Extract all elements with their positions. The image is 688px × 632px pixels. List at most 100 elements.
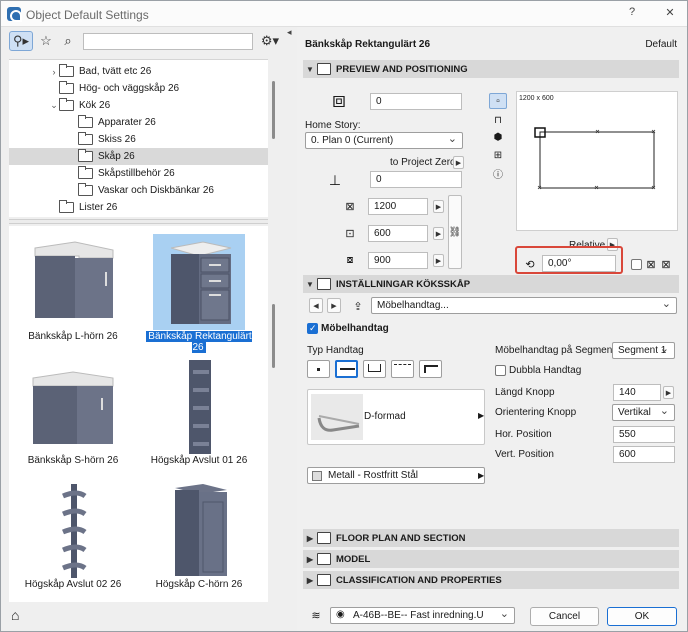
- vert-position-field[interactable]: 600: [613, 446, 675, 463]
- ok-button[interactable]: OK: [607, 607, 677, 626]
- search-input[interactable]: [83, 33, 253, 50]
- tree-item-label: Skåp 26: [98, 151, 135, 162]
- collapse-pane-icon[interactable]: ◂: [287, 27, 292, 38]
- folder-icon: [78, 149, 93, 162]
- gallery-item[interactable]: Högskåp Avslut 02 26: [13, 476, 133, 596]
- depth-field[interactable]: 600: [368, 225, 428, 242]
- width-arrow[interactable]: ▶: [433, 200, 444, 213]
- mirror-icon: ⊠: [646, 258, 656, 271]
- gallery-item-text: Högskåp Avslut 01 26: [150, 455, 248, 466]
- gallery-item[interactable]: Högskåp Avslut 01 26: [139, 352, 259, 472]
- library-manager-icon[interactable]: ⌂: [11, 607, 31, 627]
- window-title: Object Default Settings: [26, 8, 149, 22]
- double-handle-label: Dubbla Handtag: [509, 365, 582, 376]
- vert-position-label: Vert. Position: [495, 449, 554, 460]
- width-field[interactable]: 1200: [368, 198, 428, 215]
- link-chain-icon[interactable]: ⛓: [448, 195, 462, 269]
- expand-chevron-icon[interactable]: ›: [49, 67, 59, 77]
- left-toolbar: ⚲▸ ☆ ⌕ ⚙▾: [9, 31, 284, 53]
- page-dropdown[interactable]: Möbelhandtag...: [371, 297, 677, 314]
- project-zero-field[interactable]: 0: [370, 171, 462, 188]
- section-preview-positioning[interactable]: ▼ PREVIEW AND POSITIONING: [303, 60, 679, 78]
- folder-icon: [59, 64, 74, 77]
- section-classification[interactable]: ▶ CLASSIFICATION AND PROPERTIES: [303, 571, 679, 589]
- tree-item[interactable]: Skåp 26: [9, 148, 268, 165]
- double-handle-checkbox[interactable]: [495, 365, 506, 376]
- handle-type-profile[interactable]: [419, 360, 442, 378]
- next-page-button[interactable]: ▶: [327, 298, 341, 313]
- gallery-scrollbar[interactable]: [272, 304, 275, 368]
- tree-item[interactable]: › Bad, tvätt etc 26: [9, 63, 268, 80]
- tree-item[interactable]: Lister 26: [9, 199, 268, 216]
- tree-item-label: Lister 26: [79, 202, 118, 213]
- section-floor-plan[interactable]: ▶ FLOOR PLAN AND SECTION: [303, 529, 679, 547]
- section-view-icon[interactable]: ⊞: [489, 147, 507, 163]
- section-model[interactable]: ▶ MODEL: [303, 550, 679, 568]
- tree-item[interactable]: Skåpstillbehör 26: [9, 165, 268, 182]
- elevation-box-icon: ⧈: [332, 87, 346, 112]
- handle-type-knob[interactable]: [307, 360, 330, 378]
- mirror-checkbox[interactable]: [631, 259, 642, 270]
- height-field[interactable]: 900: [368, 252, 428, 269]
- handle-checkbox[interactable]: [307, 323, 318, 334]
- gallery-item[interactable]: Bänkskåp L-hörn 26: [13, 228, 133, 348]
- settings-gear-icon[interactable]: ⚙▾: [257, 31, 283, 51]
- knob-orientation-dropdown[interactable]: Vertikal: [612, 404, 675, 421]
- folder-icon: [78, 115, 93, 128]
- floor-plan-view-icon[interactable]: ▫: [489, 93, 507, 109]
- help-button[interactable]: ?: [624, 6, 640, 18]
- gallery-item[interactable]: Bänkskåp Rektangulärt 26: [139, 228, 259, 353]
- segment-dropdown[interactable]: Segment 1: [612, 342, 675, 359]
- mirror-alt-icon: ⊠: [661, 258, 671, 271]
- home-story-dropdown[interactable]: 0. Plan 0 (Current): [305, 132, 463, 149]
- gallery-item-label: Högskåp Avslut 01 26: [139, 455, 259, 466]
- tree-item[interactable]: Skiss 26: [9, 131, 268, 148]
- section-kitchen-settings[interactable]: ▼ INSTÄLLNINGAR KÖKSSKÅP: [303, 275, 679, 293]
- cancel-button[interactable]: Cancel: [530, 607, 599, 626]
- knob-length-arrow[interactable]: ▶: [663, 386, 674, 399]
- info-icon[interactable]: ⓘ: [489, 165, 507, 181]
- tree-item[interactable]: Vaskar och Diskbänkar 26: [9, 182, 268, 199]
- project-zero-toggle[interactable]: ▶: [453, 156, 464, 169]
- elevation-field[interactable]: 0: [370, 93, 462, 110]
- cabinet-thumbnail: [27, 234, 119, 330]
- tree-item-label: Hög- och väggskåp 26: [79, 83, 180, 94]
- folder-icon: [59, 200, 74, 213]
- gallery-item-text: Bänkskåp L-hörn 26: [28, 331, 118, 342]
- 3d-view-icon[interactable]: ⬢: [489, 129, 507, 145]
- gallery-item[interactable]: Högskåp C-hörn 26: [139, 476, 259, 596]
- handle-style-picker[interactable]: D-formad ▶: [307, 389, 485, 445]
- cabinet-thumbnail: [153, 358, 245, 454]
- pane-splitter[interactable]: [9, 219, 268, 224]
- search-icon[interactable]: ⌕: [57, 31, 79, 51]
- layer-dropdown[interactable]: ◉ A-46B--BE-- Fast inredning.U: [330, 607, 515, 624]
- close-button[interactable]: ✕: [662, 6, 678, 19]
- hor-position-field[interactable]: 550: [613, 426, 675, 443]
- folder-view-icon[interactable]: ⚲▸: [9, 31, 33, 51]
- depth-arrow[interactable]: ▶: [433, 227, 444, 240]
- rotation-highlight-frame: [515, 246, 623, 274]
- gallery-item[interactable]: Bänkskåp S-hörn 26: [13, 352, 133, 472]
- expand-chevron-icon[interactable]: ⌄: [49, 100, 59, 111]
- material-picker[interactable]: Metall - Rostfritt Stål ▶: [307, 467, 485, 484]
- object-name: Bänkskåp Rektangulärt 26: [305, 39, 431, 50]
- depth-icon: ⊡: [345, 227, 355, 240]
- handle-type-bar[interactable]: [335, 360, 358, 378]
- elevation-view-icon[interactable]: ⊓: [489, 112, 507, 128]
- favorites-icon[interactable]: ☆: [35, 31, 57, 51]
- dialog-window: Object Default Settings ? ✕ ⚲▸ ☆ ⌕ ⚙▾ › B…: [0, 0, 688, 632]
- model-section-icon: [317, 553, 331, 565]
- height-arrow[interactable]: ▶: [433, 254, 444, 267]
- prev-page-button[interactable]: ◀: [309, 298, 323, 313]
- gallery-item-text: Bänkskåp Rektangulärt 26: [146, 331, 252, 353]
- tree-item[interactable]: Apparater 26: [9, 114, 268, 131]
- tree-scrollbar[interactable]: [272, 81, 275, 139]
- folder-icon: [78, 166, 93, 179]
- cabinet-thumbnail: [27, 358, 119, 454]
- handle-type-edge[interactable]: [391, 360, 414, 378]
- knob-length-field[interactable]: 140: [613, 384, 661, 401]
- handle-checkbox-label: Möbelhandtag: [321, 323, 389, 334]
- tree-item[interactable]: ⌄ Kök 26: [9, 97, 268, 114]
- tree-item[interactable]: Hög- och väggskåp 26: [9, 80, 268, 97]
- handle-type-recess[interactable]: [363, 360, 386, 378]
